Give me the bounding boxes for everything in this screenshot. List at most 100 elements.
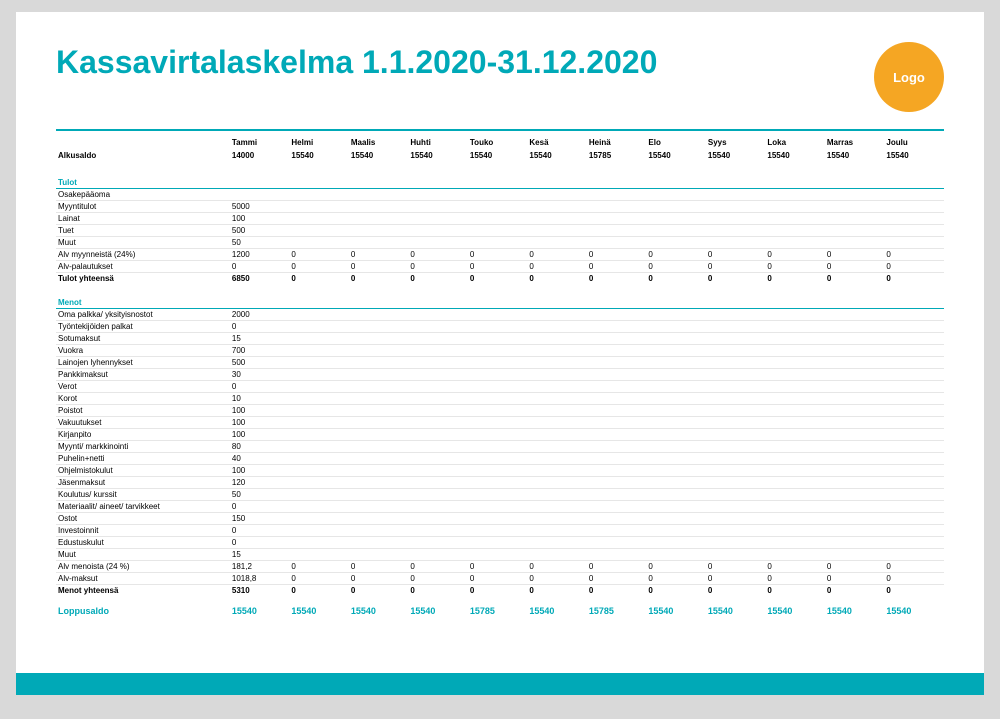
- cell-value: [587, 549, 647, 561]
- cell-value: [825, 309, 885, 321]
- cell-value: [587, 309, 647, 321]
- cell-value: [646, 345, 706, 357]
- cell-value: [468, 393, 528, 405]
- cell-value: [468, 525, 528, 537]
- row-label: Alv-palautukset: [56, 261, 230, 273]
- cell-value: 0: [468, 561, 528, 573]
- cell-value: 0: [646, 273, 706, 285]
- cell-value: 0: [349, 561, 409, 573]
- cell-value: 15540: [706, 596, 766, 617]
- cell-value: [765, 213, 825, 225]
- cell-value: [646, 537, 706, 549]
- cell-value: [884, 501, 944, 513]
- row-label: Investoinnit: [56, 525, 230, 537]
- cell-value: [289, 405, 349, 417]
- cell-value: 15540: [289, 596, 349, 617]
- cell-value: [527, 381, 587, 393]
- cell-value: [408, 537, 468, 549]
- cell-value: [349, 225, 409, 237]
- cell-value: [825, 381, 885, 393]
- cell-value: [884, 537, 944, 549]
- cell-value: 0: [349, 573, 409, 585]
- cell-value: 0: [765, 573, 825, 585]
- cell-value: [765, 453, 825, 465]
- section-heading: Tulot: [56, 172, 944, 189]
- section-heading: Menot: [56, 292, 944, 309]
- cell-value: [587, 429, 647, 441]
- cell-value: [825, 213, 885, 225]
- cell-value: [884, 465, 944, 477]
- cell-value: [527, 213, 587, 225]
- cell-value: [884, 393, 944, 405]
- row-label: Alv-maksut: [56, 573, 230, 585]
- cell-value: 5310: [230, 585, 290, 597]
- cell-value: [408, 441, 468, 453]
- table-row: Materiaalit/ aineet/ tarvikkeet0: [56, 501, 944, 513]
- table-row: Vuokra700: [56, 345, 944, 357]
- table-row: Jäsenmaksut120: [56, 477, 944, 489]
- month-header: Loka: [765, 137, 825, 149]
- cell-value: 100: [230, 405, 290, 417]
- cell-value: 15540: [646, 149, 706, 172]
- table-row: Investoinnit0: [56, 525, 944, 537]
- cell-value: [349, 321, 409, 333]
- cell-value: [884, 333, 944, 345]
- cell-value: [527, 429, 587, 441]
- cell-value: [765, 489, 825, 501]
- cell-value: 0: [468, 585, 528, 597]
- cell-value: [468, 225, 528, 237]
- cell-value: [765, 393, 825, 405]
- cell-value: [706, 453, 766, 465]
- cell-value: [408, 381, 468, 393]
- cell-value: [884, 321, 944, 333]
- cell-value: [706, 369, 766, 381]
- cell-value: [587, 441, 647, 453]
- table-row: Menot yhteensä531000000000000: [56, 585, 944, 597]
- cell-value: [349, 525, 409, 537]
- cell-value: [884, 453, 944, 465]
- cell-value: [884, 513, 944, 525]
- cell-value: 0: [706, 573, 766, 585]
- cell-value: [765, 225, 825, 237]
- table-row: Korot10: [56, 393, 944, 405]
- cell-value: 15540: [527, 149, 587, 172]
- cell-value: [765, 513, 825, 525]
- footer-bar: [16, 673, 984, 695]
- cell-value: 0: [825, 249, 885, 261]
- cell-value: [408, 549, 468, 561]
- table-row: Myynti/ markkinointi80: [56, 441, 944, 453]
- table-row: Työntekijöiden palkat0: [56, 321, 944, 333]
- cell-value: [884, 549, 944, 561]
- row-label: Muut: [56, 549, 230, 561]
- cell-value: 1200: [230, 249, 290, 261]
- cell-value: [349, 189, 409, 201]
- cell-value: [289, 417, 349, 429]
- cell-value: [527, 369, 587, 381]
- cell-value: 0: [587, 573, 647, 585]
- cell-value: [884, 189, 944, 201]
- cell-value: 0: [884, 273, 944, 285]
- cell-value: [349, 357, 409, 369]
- cell-value: [646, 489, 706, 501]
- cell-value: [884, 489, 944, 501]
- cell-value: 0: [289, 561, 349, 573]
- cell-value: 100: [230, 465, 290, 477]
- cell-value: [765, 189, 825, 201]
- row-label: Vakuutukset: [56, 417, 230, 429]
- cell-value: 15785: [468, 596, 528, 617]
- cell-value: [825, 453, 885, 465]
- cell-value: [646, 417, 706, 429]
- cell-value: [527, 333, 587, 345]
- cell-value: [349, 333, 409, 345]
- cell-value: [349, 201, 409, 213]
- cell-value: [289, 321, 349, 333]
- table-row: Alv myynneistä (24%)120000000000000: [56, 249, 944, 261]
- cell-value: [706, 309, 766, 321]
- cell-value: [706, 237, 766, 249]
- cell-value: [646, 501, 706, 513]
- month-header: Tammi: [230, 137, 290, 149]
- row-label: Osakepääoma: [56, 189, 230, 201]
- table-row: Verot0: [56, 381, 944, 393]
- cell-value: 0: [289, 261, 349, 273]
- cell-value: 15540: [349, 596, 409, 617]
